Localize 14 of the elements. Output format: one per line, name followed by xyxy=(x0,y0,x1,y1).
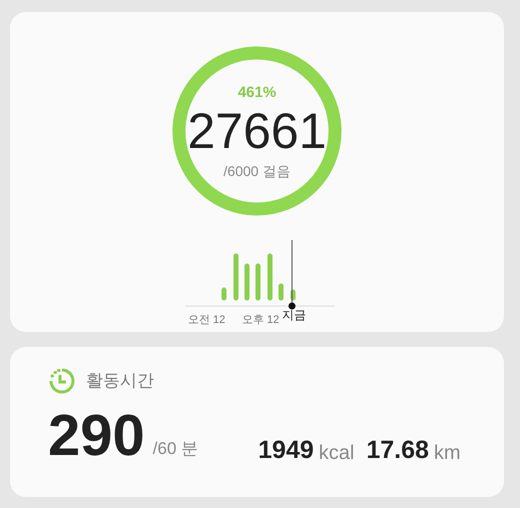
step-goal: /6000 걸음 xyxy=(224,164,290,178)
distance-value: 17.68 xyxy=(366,438,429,463)
now-label: 지금 xyxy=(282,307,306,324)
activity-title: 활동시간 xyxy=(86,370,154,392)
clock-icon xyxy=(48,367,76,395)
time-label: 오전 12 xyxy=(188,313,226,328)
calories-unit: kcal xyxy=(318,443,354,463)
step-count: 27661 xyxy=(187,106,327,156)
distance-unit: km xyxy=(434,443,461,463)
percent-text: 461% xyxy=(238,84,276,100)
active-minutes: 290 xyxy=(48,407,145,465)
time-label: 오후 12 xyxy=(242,313,280,328)
minutes-goal: /60 분 xyxy=(152,438,198,460)
calories-value: 1949 xyxy=(258,438,314,463)
